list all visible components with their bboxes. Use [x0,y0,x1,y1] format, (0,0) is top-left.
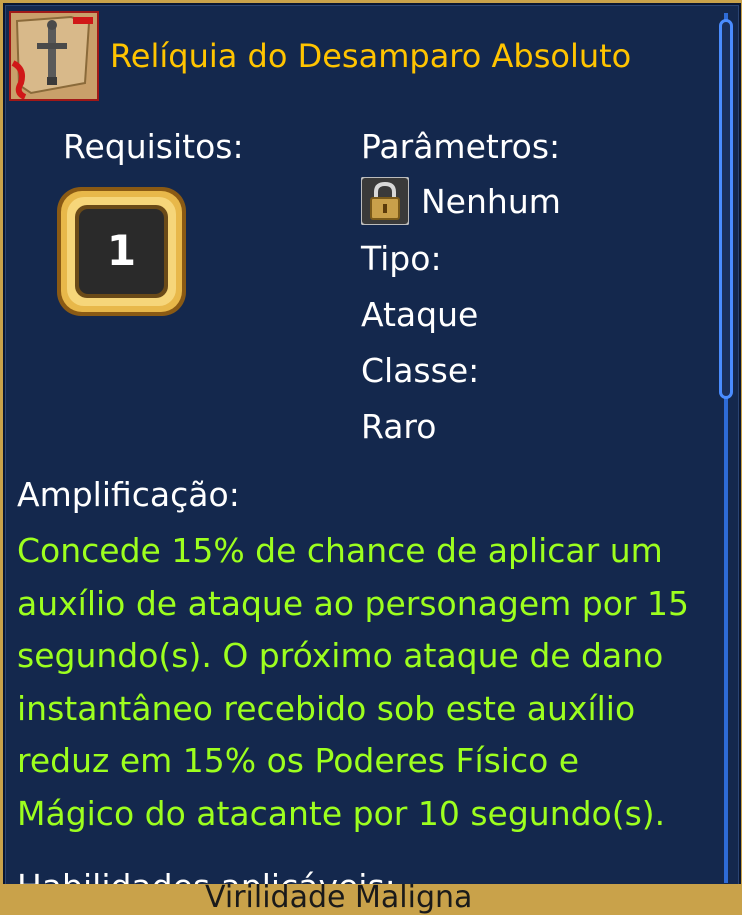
sword-relic-icon [11,13,97,99]
item-icon [9,11,99,101]
type-value: Ataque [361,295,478,334]
type-label: Tipo: [361,239,442,278]
requirements-label: Requisitos: [63,127,244,166]
scrollbar[interactable] [719,13,733,883]
level-badge: 1 [55,185,188,318]
class-value: Raro [361,407,436,446]
parameters-value: Nenhum [421,182,561,221]
description-line: auxílio de ataque ao personagem por 15 [17,578,717,631]
item-tooltip-panel: Relíquia do Desamparo Absoluto Requisito… [3,3,741,889]
parameters-label: Parâmetros: [361,127,560,166]
description-line: Concede 15% de chance de aplicar um [17,525,717,578]
class-label: Classe: [361,351,479,390]
next-item-partial: Virilidade Maligna [205,880,472,915]
amplification-description: Concede 15% de chance de aplicar um auxí… [17,525,717,840]
description-line: Mágico do atacante por 10 segundo(s). [17,788,717,841]
description-line: instantâneo recebido sob este auxílio [17,683,717,736]
item-name: Relíquia do Desamparo Absoluto [110,37,631,75]
description-line: reduz em 15% os Poderes Físico e [17,735,717,788]
lock-icon [361,177,409,225]
scroll-thumb[interactable] [719,19,733,399]
description-line: segundo(s). O próximo ataque de dano [17,630,717,683]
amplification-label: Amplificação: [17,475,240,514]
level-value: 1 [107,226,136,275]
